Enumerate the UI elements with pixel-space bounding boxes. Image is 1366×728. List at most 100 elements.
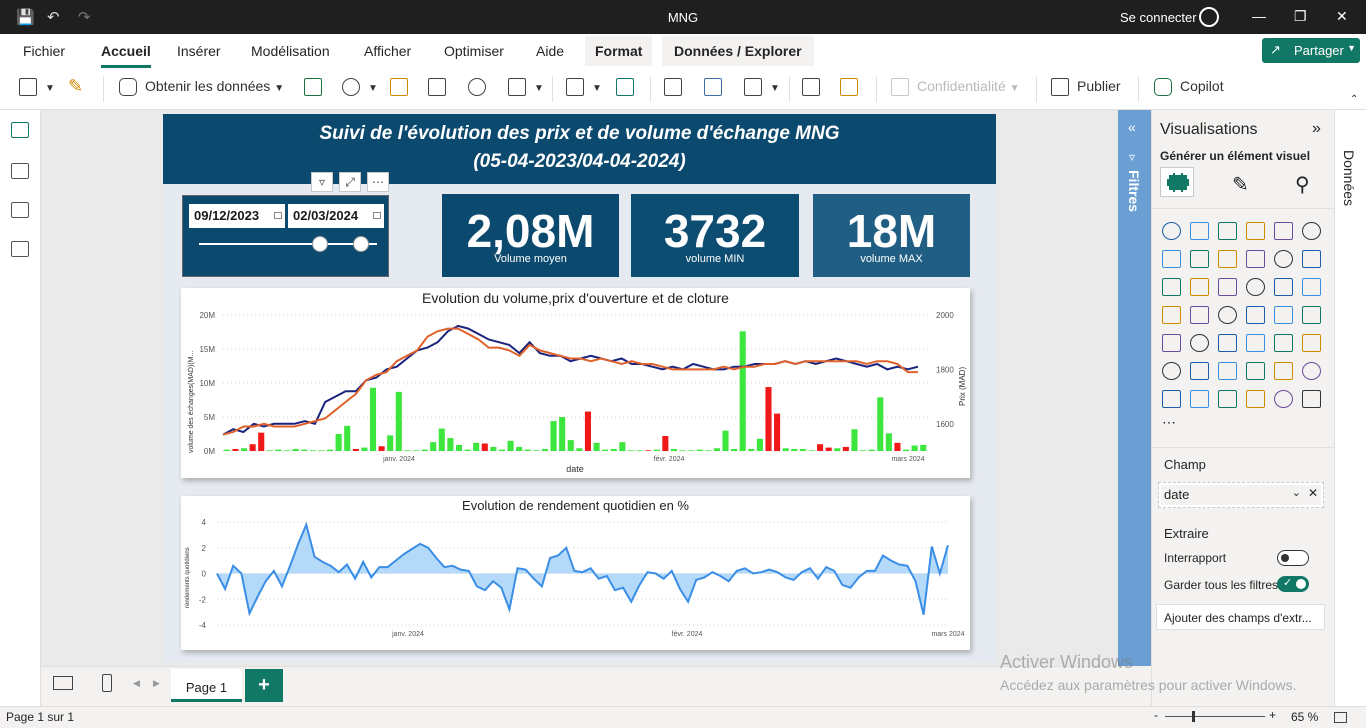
analytics-icon[interactable]: ⚲ [1295,172,1310,197]
report-view-icon[interactable] [11,122,29,138]
new-visual-button[interactable] [664,78,690,100]
collapse-pane-icon[interactable]: » [1312,120,1321,138]
dataverse-button[interactable] [468,78,494,100]
confidentiality-button[interactable]: Confidentialité ▼ [891,78,1020,100]
visual-type-icon[interactable] [1218,390,1237,408]
zoom-out-icon[interactable]: - [1154,708,1158,722]
visual-type-icon[interactable] [1218,334,1237,352]
filters-pane-collapsed[interactable]: « ▿ Filtres [1118,110,1151,666]
visual-type-icon[interactable] [1190,306,1209,324]
field-chip[interactable]: date ⌄ ✕ [1161,485,1321,505]
visual-type-icon[interactable] [1190,334,1209,352]
calendar-icon[interactable] [274,212,282,219]
field-well[interactable]: date ⌄ ✕ [1158,482,1324,508]
visual-type-icon[interactable] [1162,390,1181,408]
menu-inserer[interactable]: Insérer [177,43,221,59]
visual-type-icon[interactable] [1246,390,1265,408]
paste-button[interactable]: ▼ [19,78,55,100]
add-drillthrough-fields[interactable]: Ajouter des champs d'extr... [1156,604,1325,630]
get-data-button[interactable]: Obtenir les données ▼ [119,78,284,100]
dax-query-view-icon[interactable] [11,241,29,257]
visual-type-icon[interactable] [1162,222,1181,240]
visual-type-icon[interactable] [1246,306,1265,324]
date-slicer[interactable]: 09/12/2023 02/03/2024 [182,195,389,277]
close-icon[interactable]: ✕ [1336,8,1348,25]
menu-modelisation[interactable]: Modélisation [251,43,330,59]
visual-type-icon[interactable] [1162,362,1181,380]
visual-type-icon[interactable] [1190,362,1209,380]
visual-type-icon[interactable] [1162,306,1181,324]
menu-fichier[interactable]: Fichier [23,43,65,59]
excel-button[interactable] [304,78,330,100]
visual-type-icon[interactable] [1190,250,1209,268]
prev-page-icon[interactable]: ◀ [133,678,140,689]
filter-icon[interactable]: ▿ [311,172,333,192]
slider-start-handle[interactable] [312,236,328,252]
more-visuals-icon[interactable]: ⋯ [1162,414,1176,431]
menu-afficher[interactable]: Afficher [364,43,411,59]
build-visual-tab[interactable] [1160,167,1194,197]
recent-sources-button[interactable]: ▼ [508,78,544,100]
chevron-down-icon[interactable]: ⌄ [1292,486,1301,499]
refresh-button[interactable] [616,78,642,100]
visual-type-icon[interactable] [1246,222,1265,240]
minimize-icon[interactable]: — [1252,8,1266,24]
kpi-card-volume-min[interactable]: 3732 volume MIN [631,194,799,277]
signin-link[interactable]: Se connecter [1120,10,1197,25]
text-box-button[interactable] [704,78,730,100]
visual-type-icon[interactable] [1218,362,1237,380]
zoom-slider[interactable] [1165,716,1265,717]
copilot-button[interactable]: Copilot [1154,78,1224,100]
sql-button[interactable] [390,78,416,100]
visual-type-icon[interactable] [1274,362,1293,380]
visual-type-icon[interactable] [1246,334,1265,352]
publish-button[interactable]: Publier [1051,78,1121,100]
visual-type-icon[interactable] [1218,222,1237,240]
visual-type-icon[interactable] [1274,306,1293,324]
expand-filters-icon[interactable]: « [1128,119,1136,135]
zoom-handle[interactable] [1192,711,1195,722]
menu-aide[interactable]: Aide [536,43,564,59]
cross-report-toggle[interactable] [1277,550,1309,566]
slider-track[interactable] [199,243,377,245]
slider-end-handle[interactable] [353,236,369,252]
more-visuals-button[interactable]: ▼ [744,78,780,100]
format-painter-button[interactable]: ✎ [68,76,83,98]
more-options-icon[interactable]: ⋯ [367,172,389,192]
keep-filters-toggle[interactable]: ✓ [1277,576,1309,592]
visual-type-icon[interactable] [1274,250,1293,268]
avatar-icon[interactable] [1199,7,1219,27]
new-measure-button[interactable] [802,78,828,100]
visual-type-icon[interactable] [1246,250,1265,268]
visual-type-icon[interactable] [1302,334,1321,352]
maximize-icon[interactable]: ❐ [1294,8,1307,25]
focus-mode-icon[interactable]: ⤢ [339,172,361,192]
visual-type-icon[interactable] [1162,278,1181,296]
visual-type-icon[interactable] [1302,362,1321,380]
remove-field-icon[interactable]: ✕ [1308,486,1318,500]
mobile-layout-icon[interactable] [102,674,112,692]
format-visual-icon[interactable]: ✎ [1232,172,1249,197]
visual-type-icon[interactable] [1274,390,1293,408]
visual-type-icon[interactable] [1246,278,1265,296]
onelake-button[interactable]: ▼ [342,78,378,100]
volume-price-chart[interactable]: Evolution du volume,prix d'ouverture et … [181,288,970,478]
visual-type-icon[interactable] [1274,334,1293,352]
visual-type-icon[interactable] [1302,278,1321,296]
calendar-icon[interactable] [373,212,381,219]
enter-data-button[interactable] [428,78,454,100]
end-date-input[interactable]: 02/03/2024 [288,204,384,228]
data-pane-collapsed[interactable]: Données [1334,110,1366,706]
transform-data-button[interactable]: ▼ [566,78,602,100]
visual-type-icon[interactable] [1162,334,1181,352]
visual-type-icon[interactable] [1190,390,1209,408]
visual-type-icon[interactable] [1302,250,1321,268]
visual-type-icon[interactable] [1246,362,1265,380]
visual-type-icon[interactable] [1218,250,1237,268]
quick-measure-button[interactable] [840,78,866,100]
start-date-input[interactable]: 09/12/2023 [189,204,285,228]
visual-type-icon[interactable] [1302,222,1321,240]
menu-accueil[interactable]: Accueil [101,43,151,68]
visual-type-icon[interactable] [1190,278,1209,296]
add-page-button[interactable]: + [245,669,283,702]
